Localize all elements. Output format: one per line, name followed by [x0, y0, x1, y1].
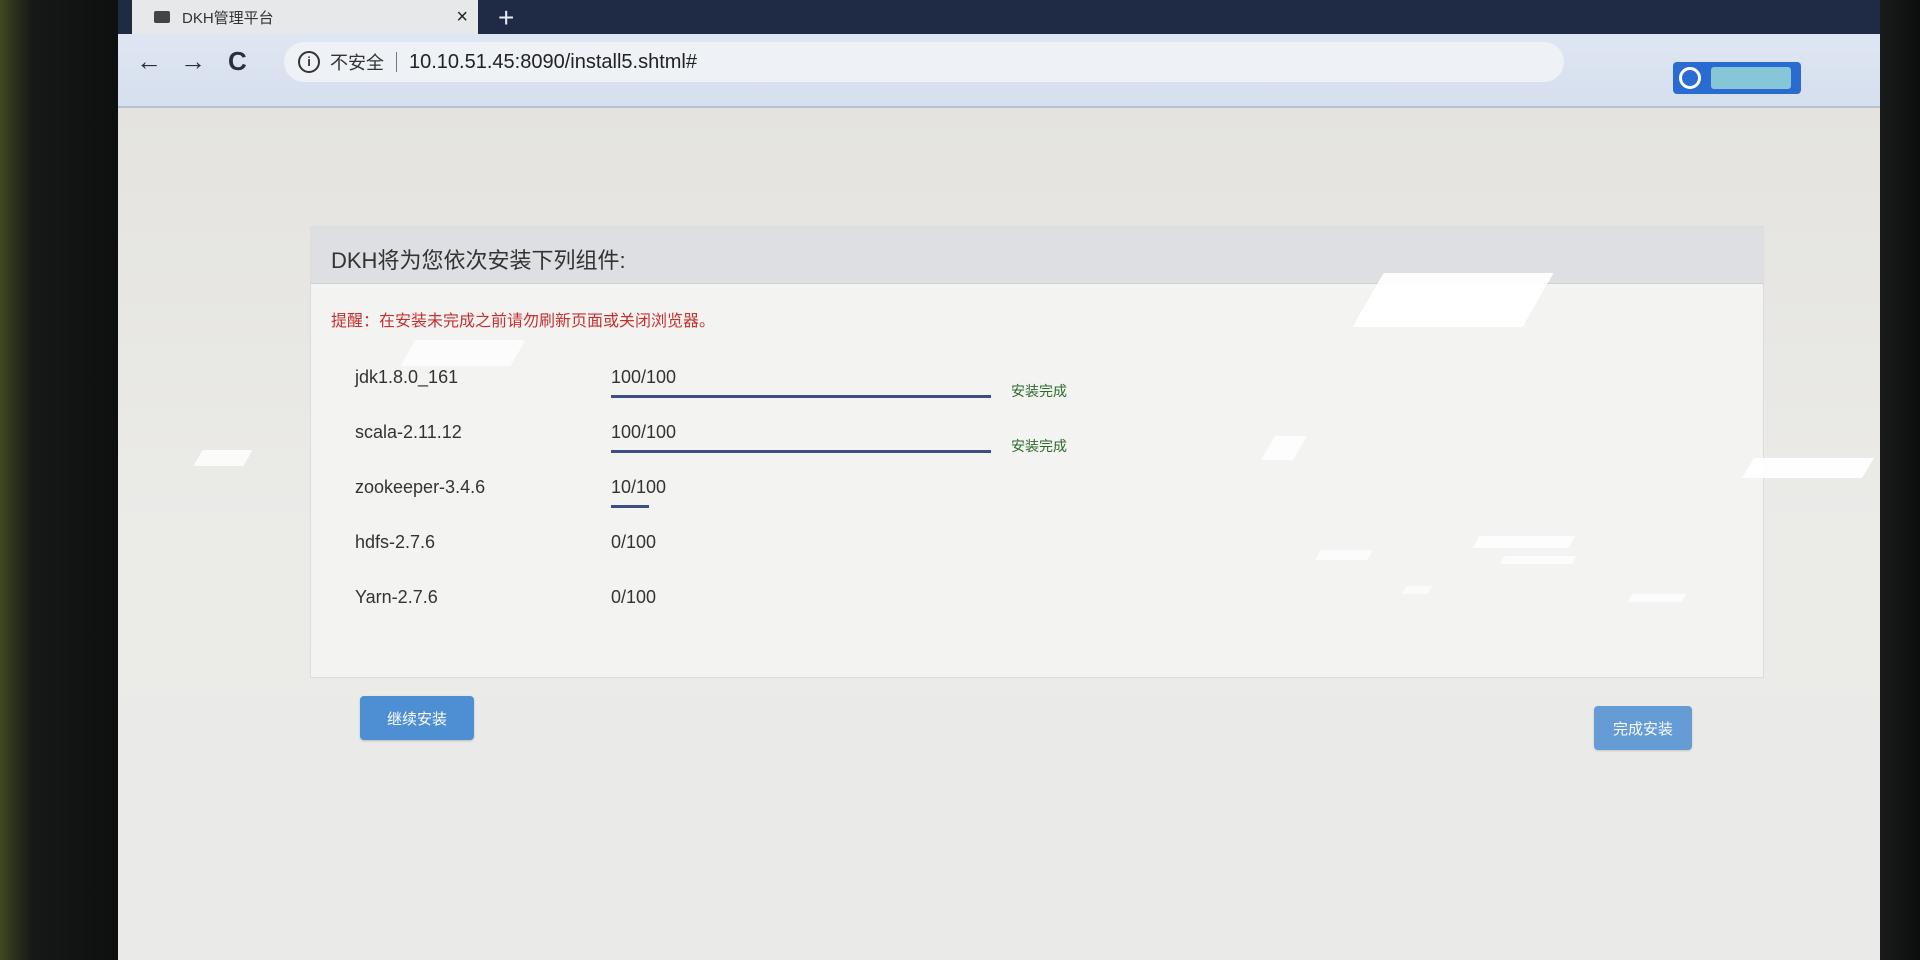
component-row: scala-2.11.12 100/100 安装完成 — [311, 412, 1763, 466]
component-row: jdk1.8.0_161 100/100 安装完成 — [311, 357, 1763, 411]
component-name: jdk1.8.0_161 — [355, 367, 459, 387]
progress-text: 0/100 — [611, 532, 657, 552]
progress: 100/100 — [611, 412, 991, 466]
extension-button[interactable] — [1673, 62, 1801, 94]
back-button[interactable]: ← — [136, 46, 162, 77]
install-panel: DKH将为您依次安装下列组件: 提醒：在安装未完成之前请勿刷新页面或关闭浏览器。… — [310, 226, 1764, 678]
component-row: hdfs-2.7.6 0/100 — [311, 522, 1763, 576]
component-name: hdfs-2.7.6 — [355, 532, 436, 552]
component-row: zookeeper-3.4.6 10/100 — [311, 467, 1763, 521]
glare-reflection — [1401, 586, 1433, 594]
browser-tabstrip: DKH管理平台 × + — [118, 0, 1888, 34]
reload-button[interactable]: C — [228, 46, 247, 77]
monitor-bezel-left — [0, 0, 130, 960]
panel-title: DKH将为您依次安装下列组件: — [331, 248, 626, 273]
screen: DKH管理平台 × + ← → C i 不安全 10.10.51.45:8090… — [118, 0, 1888, 960]
component-name: scala-2.11.12 — [355, 422, 462, 442]
tab-close-icon[interactable]: × — [456, 6, 468, 29]
progress: 10/100 — [611, 467, 991, 521]
tab-title: DKH管理平台 — [182, 9, 274, 27]
glare-reflection — [1627, 594, 1687, 602]
continue-install-button[interactable]: 继续安装 — [360, 696, 474, 740]
progress: 100/100 — [611, 357, 991, 411]
new-tab-button[interactable]: + — [498, 2, 514, 34]
glare-reflection — [1352, 273, 1554, 327]
component-row: Yarn-2.7.6 0/100 — [311, 577, 1763, 631]
glare-reflection — [400, 340, 526, 366]
info-icon[interactable]: i — [298, 51, 320, 73]
glare-reflection — [1742, 458, 1874, 478]
status-label: 安装完成 — [1011, 438, 1067, 454]
favicon-icon — [154, 11, 170, 23]
component-name: zookeeper-3.4.6 — [355, 477, 486, 497]
progress: 0/100 — [611, 522, 991, 576]
forward-button[interactable]: → — [180, 46, 206, 77]
progress-bar — [611, 395, 991, 398]
progress-text: 100/100 — [611, 422, 677, 442]
alert-message: 提醒：在安装未完成之前请勿刷新页面或关闭浏览器。 — [331, 313, 716, 330]
progress-text: 0/100 — [611, 587, 657, 607]
progress-text: 10/100 — [611, 477, 667, 497]
url-text[interactable]: 10.10.51.45:8090/install5.shtml# — [409, 51, 697, 74]
monitor-bezel-right — [1880, 0, 1920, 960]
glare-reflection — [1315, 550, 1373, 560]
browser-tab[interactable]: DKH管理平台 × — [132, 0, 478, 34]
progress-bar — [611, 505, 649, 508]
extension-label-block — [1711, 67, 1791, 89]
progress-text: 100/100 — [611, 367, 677, 387]
extension-logo-icon — [1679, 67, 1701, 89]
browser-toolbar: ← → C i 不安全 10.10.51.45:8090/install5.sh… — [118, 34, 1888, 108]
glare-reflection — [1499, 556, 1577, 564]
address-bar[interactable]: i 不安全 10.10.51.45:8090/install5.shtml# — [284, 42, 1564, 82]
component-name: Yarn-2.7.6 — [355, 587, 438, 607]
progress-bar — [611, 450, 991, 453]
page-body: DKH将为您依次安装下列组件: 提醒：在安装未完成之前请勿刷新页面或关闭浏览器。… — [118, 108, 1888, 960]
finish-install-button[interactable]: 完成安装 — [1594, 706, 1692, 750]
progress: 0/100 — [611, 577, 991, 631]
status-label: 安装完成 — [1011, 383, 1067, 399]
address-separator — [396, 52, 397, 72]
glare-reflection — [1472, 536, 1576, 548]
security-label[interactable]: 不安全 — [330, 49, 384, 75]
glare-reflection — [193, 450, 253, 466]
